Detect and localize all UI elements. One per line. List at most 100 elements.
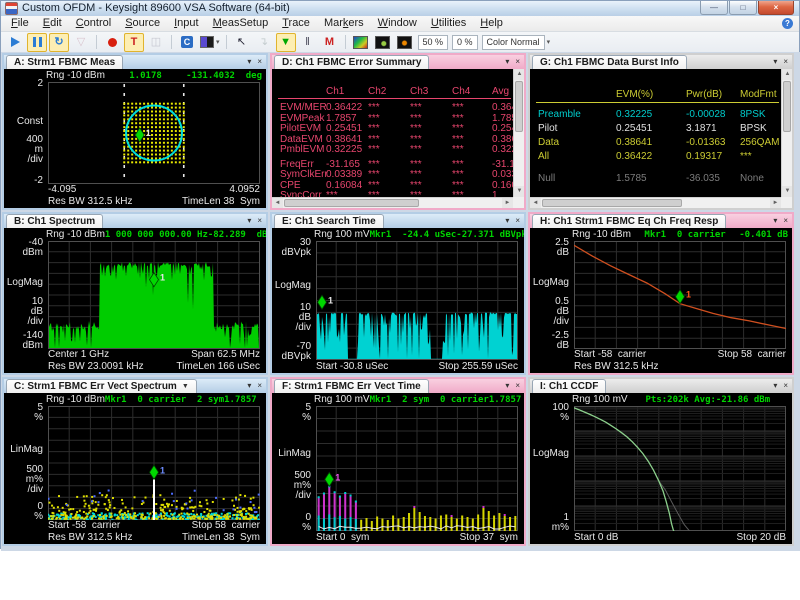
zoom-percent-box[interactable]: 50 % [417, 33, 450, 52]
display-thumb1-button[interactable] [373, 33, 393, 52]
menu-item-source[interactable]: Source [118, 16, 167, 31]
marker-readout: 1.0178 [105, 71, 186, 81]
panel-close-icon[interactable]: × [783, 56, 788, 67]
panel-a-tab[interactable]: A: Strm1 FBMC Meas [6, 55, 123, 69]
panel-close-icon[interactable]: × [515, 380, 520, 391]
menu-item-help[interactable]: Help [473, 16, 510, 31]
vertical-scrollbar[interactable]: ▲▼ [781, 69, 792, 197]
close-button[interactable]: × [758, 1, 794, 15]
trigger-button[interactable]: T [124, 33, 144, 52]
restart-button[interactable]: ↻ [49, 33, 69, 52]
menu-item-edit[interactable]: Edit [36, 16, 69, 31]
panel-f-tab[interactable]: F: Strm1 FBMC Err Vect Time [274, 379, 429, 393]
record-button[interactable] [102, 33, 122, 52]
panel-d-tab[interactable]: D: Ch1 FBMC Error Summary [274, 55, 429, 69]
scroll-thumb[interactable] [542, 199, 682, 207]
tab-dropdown-icon[interactable]: ▼ [182, 383, 189, 390]
menu-item-control[interactable]: Control [69, 16, 118, 31]
table-cell: *** [452, 159, 464, 170]
panel-e-tab[interactable]: E: Ch1 Search Time [274, 214, 384, 228]
panel-close-icon[interactable]: × [515, 56, 520, 67]
scroll-down-icon[interactable]: ▼ [782, 186, 792, 197]
panel-close-icon[interactable]: × [257, 215, 262, 226]
marker-m-button[interactable]: M [320, 33, 340, 52]
panel-minimize-icon[interactable]: ▾ [505, 380, 509, 391]
menu-item-window[interactable]: Window [371, 16, 424, 31]
measurement-c-button[interactable]: C [177, 33, 197, 52]
horizontal-scrollbar[interactable]: ◄► [272, 197, 513, 208]
pause-button[interactable] [27, 33, 47, 52]
export-icon: ◫ [151, 37, 161, 48]
scroll-down-icon[interactable]: ▼ [514, 186, 524, 197]
marker-readout: Mkr1 0 carrier 2 sym [105, 395, 224, 405]
panel-minimize-icon[interactable]: ▾ [773, 56, 777, 67]
table-cell: BPSK [740, 123, 767, 134]
trigger-percent-box[interactable]: 0 % [451, 33, 479, 52]
panel-g-tab[interactable]: G: Ch1 FBMC Data Burst Info [532, 55, 687, 69]
panel-h-tab[interactable]: H: Ch1 Strm1 FBMC Eq Ch Freq Resp [532, 214, 726, 228]
menu-item-utilities[interactable]: Utilities [424, 16, 473, 31]
menu-item-trace[interactable]: Trace [275, 16, 317, 31]
menu-item-input[interactable]: Input [167, 16, 205, 31]
panel-i-tab[interactable]: I: Ch1 CCDF [532, 379, 606, 393]
marker-pause-button[interactable]: ‖ [298, 33, 318, 52]
table-cell: *** [740, 151, 752, 162]
table-cell: 0.38641 [616, 137, 652, 148]
y-axis-top-label: 5% [4, 403, 43, 423]
vertical-scrollbar[interactable]: ▲▼ [513, 69, 524, 197]
table-cell: *** [410, 144, 422, 155]
minimize-button[interactable]: — [700, 1, 728, 15]
spectrogram-button[interactable] [351, 33, 371, 52]
panel-close-icon[interactable]: × [783, 380, 788, 391]
panel-minimize-icon[interactable]: ▾ [773, 215, 777, 226]
app-icon [5, 2, 18, 15]
scroll-thumb[interactable] [284, 199, 419, 207]
panel-minimize-icon[interactable]: ▾ [247, 56, 251, 67]
maximize-button[interactable]: □ [729, 1, 757, 15]
menu-item-file[interactable]: File [4, 16, 36, 31]
panel-c-tab[interactable]: C: Strm1 FBMC Err Vect Spectrum ▼ [6, 379, 197, 393]
menu-item-markers[interactable]: Markers [317, 16, 371, 31]
horizontal-scrollbar[interactable]: ◄► [530, 197, 781, 208]
display-thumb2-button[interactable] [395, 33, 415, 52]
panel-minimize-icon[interactable]: ▾ [247, 380, 251, 391]
scroll-up-icon[interactable]: ▲ [782, 69, 792, 80]
scroll-up-icon[interactable]: ▲ [514, 69, 524, 80]
playback-button[interactable]: ◫ [146, 33, 166, 52]
scroll-left-icon[interactable]: ◄ [272, 198, 283, 208]
scroll-right-icon[interactable]: ► [770, 198, 781, 208]
scroll-right-icon[interactable]: ► [502, 198, 513, 208]
layout-grid-icon [200, 36, 214, 48]
scroll-thumb[interactable] [515, 81, 523, 132]
res-bw-label: Res BW 312.5 kHz [48, 532, 132, 544]
table-cell: *** [368, 169, 380, 180]
color-mode-select[interactable]: Color Normal▾ [481, 33, 552, 52]
panel-i-tabstrip: I: Ch1 CCDF ▾ × [530, 379, 792, 393]
title-bar[interactable]: Custom OFDM - Keysight 89600 VSA Softwar… [1, 1, 799, 16]
panel-close-icon[interactable]: × [783, 215, 788, 226]
scroll-left-icon[interactable]: ◄ [530, 198, 541, 208]
stop-button[interactable]: ▽ [71, 33, 91, 52]
panel-minimize-icon[interactable]: ▾ [505, 215, 509, 226]
menu-item-meassetup[interactable]: MeasSetup [206, 16, 276, 31]
table-cell: *** [452, 102, 464, 113]
table-header-rule [278, 98, 511, 99]
panel-b-tab[interactable]: B: Ch1 Spectrum [6, 214, 103, 228]
table-header-cell: Pwr(dB) [686, 89, 722, 100]
panel-close-icon[interactable]: × [515, 215, 520, 226]
panel-close-icon[interactable]: × [257, 380, 262, 391]
move-trace-button[interactable]: ↴ [254, 33, 274, 52]
help-icon[interactable]: ? [782, 18, 793, 29]
panel-minimize-icon[interactable]: ▾ [773, 380, 777, 391]
marker-readout: Mkr1 0 carrier [631, 230, 739, 240]
peak-marker-button[interactable]: ▼ [276, 33, 296, 52]
pointer-tool-button[interactable]: ↖ [232, 33, 252, 52]
play-button[interactable] [5, 33, 25, 52]
bent-arrow-icon: ↴ [259, 37, 268, 48]
panel-minimize-icon[interactable]: ▾ [247, 215, 251, 226]
panel-close-icon[interactable]: × [257, 56, 262, 67]
panel-minimize-icon[interactable]: ▾ [505, 56, 509, 67]
layout-grid-button[interactable]: ▾ [199, 33, 221, 52]
scroll-thumb[interactable] [783, 81, 791, 132]
y-axis-div-label: 10dB/div [272, 303, 311, 333]
